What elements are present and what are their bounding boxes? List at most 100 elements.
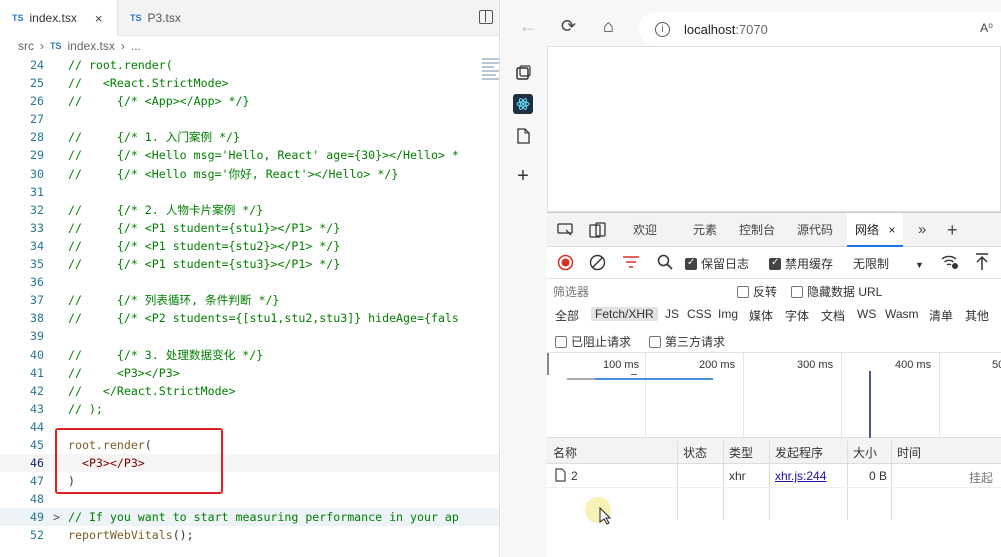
breadcrumb-symbol[interactable]: ...: [131, 39, 141, 53]
back-icon[interactable]: ←: [519, 16, 537, 37]
typescript-icon: TS: [50, 41, 62, 51]
timeline-tick: 400 ms: [895, 359, 932, 371]
network-toolbar: 保留日志 禁用缓存 无限制▼: [547, 247, 1001, 279]
request-row[interactable]: 2 xhr xhr.js:244 0 B 挂起: [547, 464, 1001, 488]
browser-sidebar: +: [501, 58, 547, 557]
column-header-type[interactable]: 类型: [729, 444, 753, 461]
column-header-name[interactable]: 名称: [553, 444, 577, 461]
chevron-down-icon: ▼: [915, 260, 924, 270]
react-devtools-icon[interactable]: [513, 94, 533, 114]
code-line: 38// {/* <P2 students={[stu1,stu2,stu3]}…: [30, 311, 459, 326]
home-icon[interactable]: ⌂: [603, 16, 614, 37]
column-header-size[interactable]: 大小: [853, 444, 877, 461]
add-tab-icon[interactable]: +: [947, 213, 958, 247]
fold-chevron-icon[interactable]: >: [53, 508, 60, 526]
breadcrumb-folder[interactable]: src: [18, 39, 34, 53]
import-har-icon[interactable]: [975, 253, 989, 274]
file-icon: [555, 468, 566, 485]
chevron-right-icon: ›: [40, 39, 44, 53]
type-filter-js[interactable]: JS: [665, 307, 679, 321]
tab-actions-icon[interactable]: [515, 64, 531, 80]
timeline-tick: 300 ms: [797, 359, 834, 371]
column-header-status[interactable]: 状态: [683, 444, 707, 461]
minimap[interactable]: [481, 56, 499, 96]
type-filter-media[interactable]: 媒体: [749, 307, 773, 324]
code-line: 34// {/* <P1 student={stu2}></P1> */}: [30, 238, 341, 253]
devtools-tab-bar: 欢迎 元素 控制台 源代码 网络 × » +: [547, 213, 1001, 247]
type-filter-manifest[interactable]: 清单: [929, 307, 953, 324]
tab-p3-tsx[interactable]: TS P3.tsx: [118, 0, 193, 36]
record-icon[interactable]: [557, 254, 574, 274]
timeline-tick: 100 ms: [603, 359, 640, 371]
disable-cache-checkbox[interactable]: 禁用缓存: [769, 255, 833, 272]
type-filter-other[interactable]: 其他: [965, 307, 989, 324]
column-header-initiator[interactable]: 发起程序: [775, 444, 823, 461]
reload-icon[interactable]: ⟳: [561, 16, 576, 37]
code-line: 25// <React.StrictMode>: [30, 76, 229, 91]
code-line: 32// {/* 2. 人物卡片案例 */}: [30, 202, 264, 217]
type-filter-ws[interactable]: WS: [857, 307, 876, 321]
timeline-bar: [631, 374, 637, 375]
request-initiator-link[interactable]: xhr.js:244: [775, 469, 826, 483]
editor-tab-bar: TS index.tsx × TS P3.tsx: [0, 0, 499, 36]
code-line: 42// </React.StrictMode>: [30, 383, 236, 398]
type-filter-all[interactable]: 全部: [555, 307, 579, 324]
type-filter-doc[interactable]: 文档: [821, 307, 845, 324]
column-header-time[interactable]: 时间: [897, 444, 921, 461]
invert-checkbox[interactable]: 反转: [737, 283, 777, 300]
third-party-checkbox[interactable]: 第三方请求: [649, 333, 725, 350]
tab-console[interactable]: 控制台: [739, 213, 775, 247]
timeline-bar: [567, 378, 595, 380]
request-table-header: 名称 状态 类型 发起程序 大小 时间: [547, 438, 1001, 464]
code-line-folded: 49 >// If you want to start measuring per…: [0, 508, 499, 527]
request-time: 挂起: [969, 471, 994, 485]
code-line: 35// {/* <P1 student={stu3}></P1> */}: [30, 257, 341, 272]
more-tabs-icon[interactable]: »: [918, 213, 926, 247]
device-screencast-icon[interactable]: [557, 213, 575, 247]
timeline-bar: [595, 378, 713, 380]
split-editor-icon[interactable]: [479, 10, 493, 24]
tab-sources[interactable]: 源代码: [797, 213, 833, 247]
filter-input[interactable]: [553, 282, 721, 301]
code-line: 33// {/* <P1 student={stu1}></P1> */}: [30, 220, 341, 235]
type-filter-img[interactable]: Img: [718, 307, 738, 321]
address-bar[interactable]: i localhost:7070 A⁰: [639, 12, 1001, 46]
network-timeline-overview[interactable]: 100 ms 200 ms 300 ms 400 ms 50: [547, 353, 1001, 438]
typescript-icon: TS: [130, 13, 142, 23]
tab-index-tsx[interactable]: TS index.tsx ×: [0, 0, 118, 36]
timeline-start-marker: [547, 353, 549, 375]
throttle-select[interactable]: 无限制 ▼: [853, 255, 924, 272]
type-filter-font[interactable]: 字体: [785, 307, 809, 324]
device-emulation-icon[interactable]: [589, 213, 607, 247]
tab-welcome[interactable]: 欢迎: [633, 213, 657, 247]
resource-type-filters: 全部 Fetch/XHR JS CSS Img 媒体 字体 文档 WS Wasm…: [547, 303, 1001, 327]
timeline-tick: 50: [992, 359, 1001, 371]
blocked-requests-checkbox[interactable]: 已阻止请求: [555, 333, 631, 350]
clear-icon[interactable]: [589, 254, 606, 274]
filter-bar: 反转 隐藏数据 URL: [547, 279, 1001, 303]
hide-data-urls-checkbox[interactable]: 隐藏数据 URL: [791, 283, 882, 300]
document-icon[interactable]: [515, 128, 531, 144]
code-line: 31: [30, 184, 44, 199]
preserve-log-checkbox[interactable]: 保留日志: [685, 255, 749, 272]
code-editor: TS index.tsx × TS P3.tsx src › TS index.…: [0, 0, 500, 557]
network-conditions-icon[interactable]: [941, 254, 959, 273]
tab-network[interactable]: 网络 ×: [847, 213, 904, 247]
type-filter-wasm[interactable]: Wasm: [885, 307, 919, 321]
page-viewport[interactable]: [547, 46, 1001, 212]
add-icon[interactable]: +: [515, 165, 531, 187]
breadcrumb-file[interactable]: index.tsx: [68, 39, 115, 53]
tab-elements[interactable]: 元素: [693, 213, 717, 247]
info-icon[interactable]: i: [655, 21, 670, 37]
close-icon[interactable]: ×: [95, 11, 103, 26]
type-filter-fetch-xhr[interactable]: Fetch/XHR: [591, 307, 658, 321]
code-line: 27: [30, 112, 44, 127]
read-aloud-icon[interactable]: A⁰: [980, 21, 993, 35]
code-line: 40// {/* 3. 处理数据变化 */}: [30, 347, 264, 362]
tab-label: P3.tsx: [147, 11, 181, 25]
filter-icon[interactable]: [623, 256, 639, 271]
code-line: 36: [30, 275, 44, 290]
search-icon[interactable]: [657, 254, 673, 273]
close-icon[interactable]: ×: [888, 223, 895, 237]
type-filter-css[interactable]: CSS: [687, 307, 712, 321]
